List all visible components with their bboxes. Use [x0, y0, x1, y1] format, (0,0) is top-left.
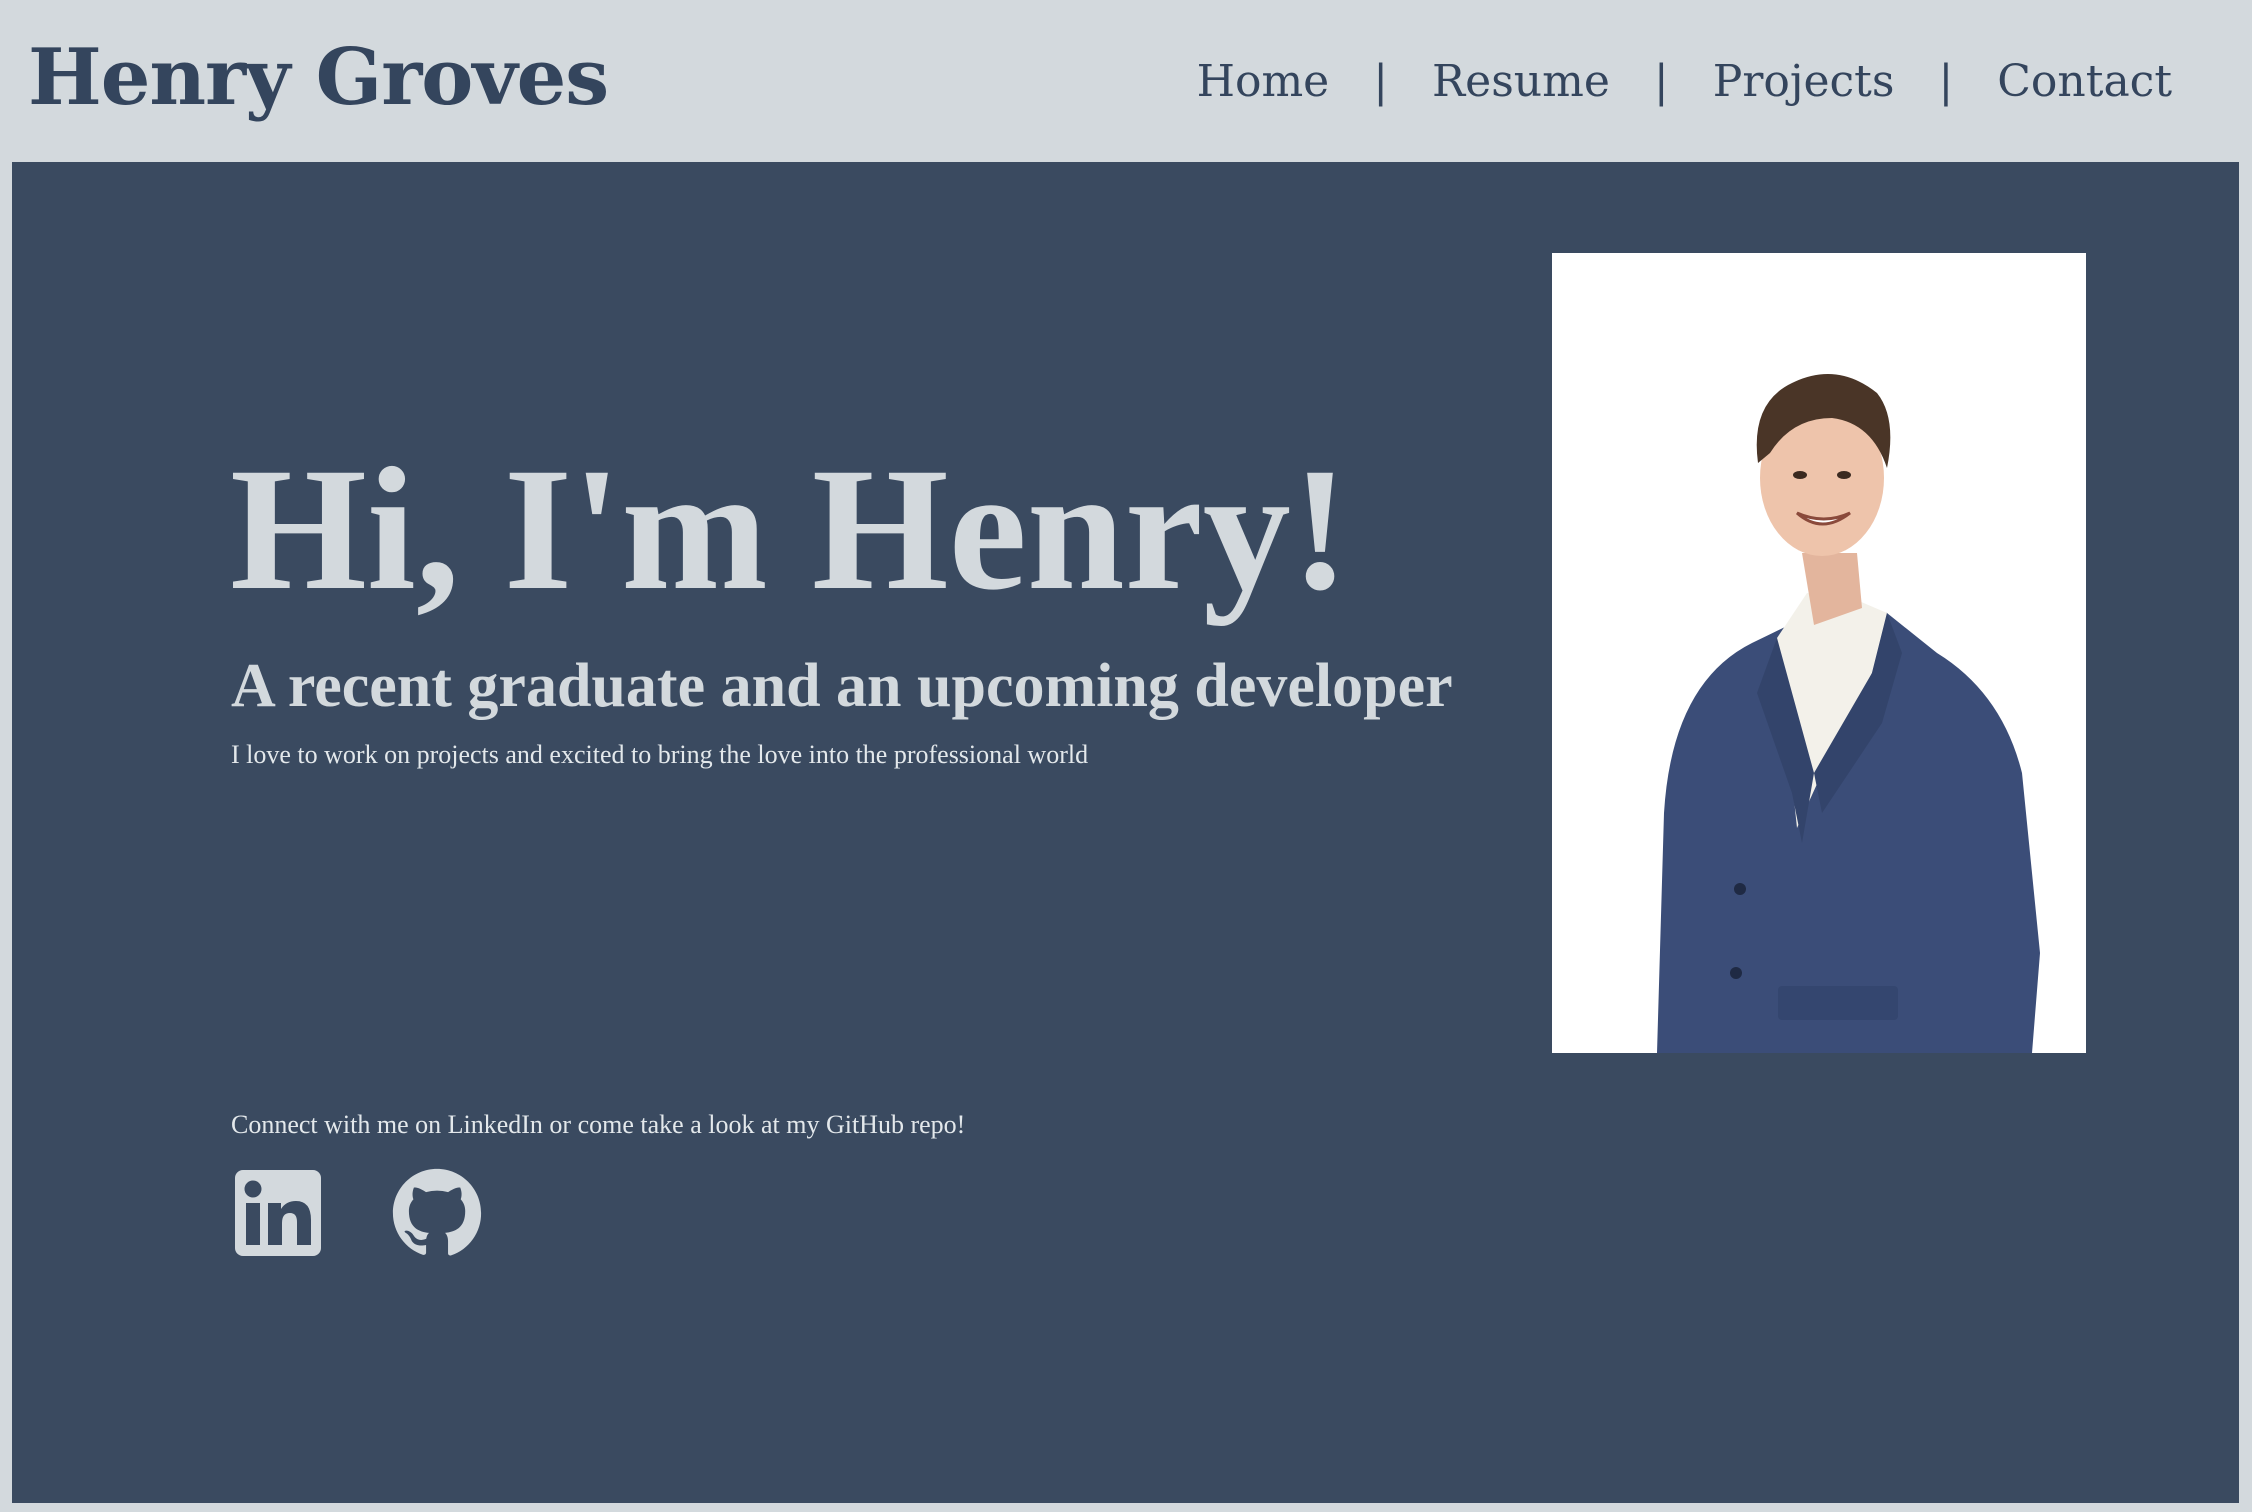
nav-home-link[interactable]: Home — [1197, 56, 1330, 107]
nav-separator: | — [1653, 55, 1669, 107]
nav-separator: | — [1938, 55, 1954, 107]
social-links — [235, 1167, 483, 1259]
hero-heading: Hi, I'm Henry! — [230, 432, 1350, 627]
site-header: Henry Groves Home | Resume | Projects | … — [0, 0, 2252, 162]
profile-photo-illustration — [1552, 253, 2086, 1053]
hero-subheading: A recent graduate and an upcoming develo… — [231, 652, 1453, 720]
linkedin-icon — [235, 1170, 321, 1256]
connect-text: Connect with me on LinkedIn or come take… — [231, 1110, 966, 1139]
hero-section: Hi, I'm Henry! A recent graduate and an … — [12, 162, 2239, 1503]
linkedin-link[interactable] — [235, 1170, 321, 1256]
hero-tagline: I love to work on projects and excited t… — [231, 740, 1089, 769]
nav-contact-link[interactable]: Contact — [1997, 56, 2172, 107]
nav-separator: | — [1373, 55, 1389, 107]
site-title[interactable]: Henry Groves — [28, 28, 609, 128]
nav-resume-link[interactable]: Resume — [1432, 56, 1610, 107]
nav-projects-link[interactable]: Projects — [1713, 56, 1895, 107]
github-icon — [392, 1168, 482, 1256]
main-nav: Home | Resume | Projects | Contact — [1197, 46, 2172, 116]
profile-photo — [1552, 253, 2086, 1053]
github-link[interactable] — [391, 1167, 483, 1259]
